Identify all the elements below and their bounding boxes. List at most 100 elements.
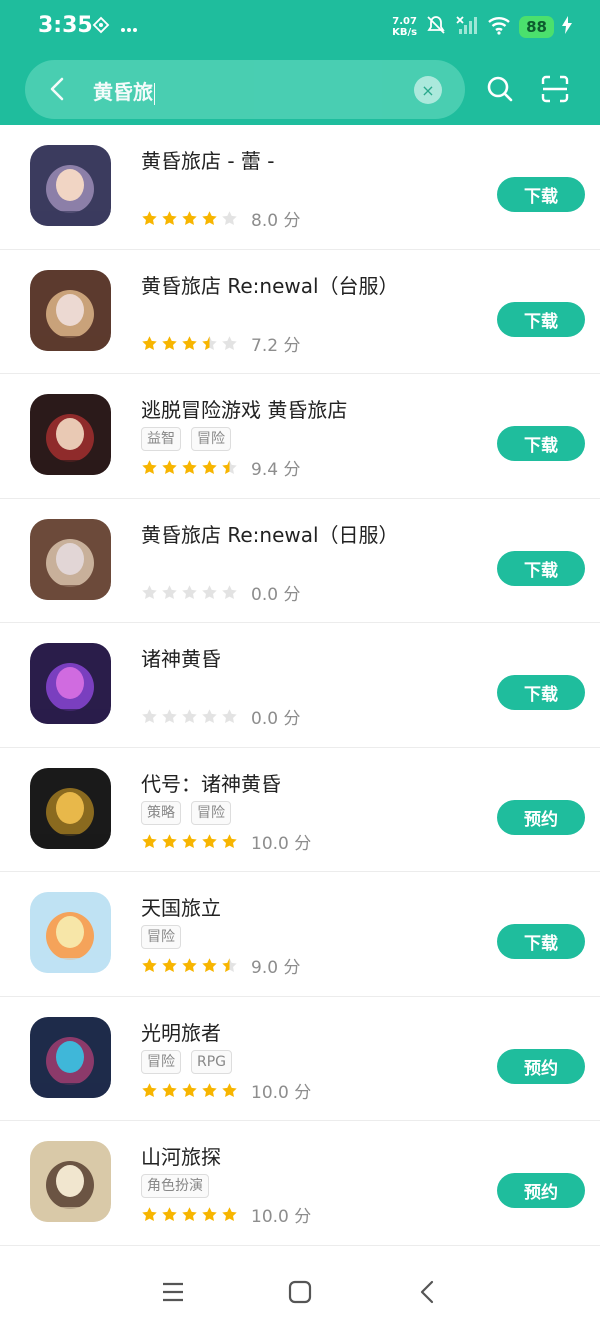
menu-icon[interactable] [160, 1279, 186, 1305]
back-nav-icon[interactable] [415, 1279, 441, 1305]
app-icon[interactable] [30, 394, 111, 475]
app-title[interactable]: 诸神黄昏 [141, 643, 221, 672]
stars [141, 957, 238, 974]
reserve-button[interactable]: 预约 [497, 1173, 585, 1208]
search-query: 黄昏旅 [93, 80, 153, 104]
charging-icon [562, 16, 572, 38]
download-button[interactable]: 下载 [497, 924, 585, 959]
result-item[interactable]: 黄昏旅店 Re:newal（日服） 0.0 分 下载 [0, 499, 600, 623]
rating-star-icon [182, 1207, 197, 1222]
result-item[interactable]: 逃脱冒险游戏 黄昏旅店 益智 冒险 9.4 分 下载 [0, 374, 600, 499]
net-speed-value: 7.07 [392, 16, 417, 27]
rating-star-icon [222, 1207, 237, 1222]
rating-star-icon [142, 460, 157, 475]
app-title[interactable]: 逃脱冒险游戏 黄昏旅店 [141, 394, 347, 423]
rating-star-icon [162, 1207, 177, 1222]
rating-star-icon [222, 335, 237, 350]
rating-star-icon [222, 958, 237, 973]
result-item[interactable]: 黄昏旅店 Re:newal（台服） 7.2 分 下载 [0, 250, 600, 374]
rating-star-icon [202, 211, 217, 226]
rating-score: 10.0 分 [251, 833, 312, 854]
status-time: 3:35 [38, 13, 93, 38]
result-item[interactable]: 代号：诸神黄昏 策略 冒险 10.0 分 预约 [0, 748, 600, 872]
download-button[interactable]: 下载 [497, 177, 585, 212]
app-title[interactable]: 山河旅探 [141, 1141, 221, 1170]
rating: 10.0 分 [141, 1078, 311, 1103]
download-button[interactable]: 下载 [497, 426, 585, 461]
app-notification-icon [92, 16, 110, 38]
app-title[interactable]: 黄昏旅店 Re:newal（台服） [141, 270, 399, 299]
scan-icon[interactable] [540, 74, 570, 104]
rating-star-icon [202, 833, 217, 848]
app-icon[interactable] [30, 1141, 111, 1222]
stars [141, 708, 238, 725]
app-icon[interactable] [30, 767, 111, 849]
app-icon[interactable] [30, 892, 111, 973]
rating: 0.0 分 [141, 580, 300, 605]
result-list: 黄昏旅店 - 蕾 - 8.0 分 下载 黄昏旅店 Re:newal（台服） 7.… [0, 125, 600, 1246]
rating-star-icon [142, 211, 157, 226]
rating-star-icon [182, 958, 197, 973]
rating-star-icon [182, 833, 197, 848]
tag-list: 角色扮演 [141, 1174, 209, 1198]
rating-score: 10.0 分 [251, 1207, 312, 1227]
rating-star-icon [202, 1082, 217, 1097]
app-title[interactable]: 天国旅立 [141, 892, 221, 921]
battery-indicator: 88 [519, 16, 554, 38]
search-box[interactable]: 黄昏旅 × [25, 60, 465, 119]
rating-star-icon [182, 211, 197, 226]
app-icon[interactable] [30, 269, 111, 351]
genre-tag: 冒险 [141, 1049, 181, 1074]
stars [141, 1082, 238, 1099]
app-icon[interactable] [30, 1016, 111, 1098]
result-item[interactable]: 天国旅立 冒险 9.0 分 下载 [0, 872, 600, 997]
search-input[interactable]: 黄昏旅 [93, 76, 155, 105]
download-button[interactable]: 下载 [497, 675, 585, 710]
rating-score: 0.0 分 [251, 709, 301, 729]
reserve-button[interactable]: 预约 [497, 799, 585, 835]
rating: 7.2 分 [141, 331, 300, 356]
reserve-button[interactable]: 预约 [497, 1048, 585, 1084]
rating-star-icon [222, 709, 237, 724]
rating-star-icon [222, 1082, 237, 1097]
rating-score: 0.0 分 [251, 584, 301, 605]
rating-star-icon [182, 584, 197, 599]
rating-star-icon [202, 958, 217, 973]
clear-icon[interactable]: × [414, 76, 442, 104]
rating-star-icon [162, 460, 177, 475]
rating-star-icon [142, 1207, 157, 1222]
cellular-signal-icon [455, 15, 479, 39]
rating-star-icon [162, 958, 177, 973]
result-item[interactable]: 诸神黄昏 0.0 分 下载 [0, 623, 600, 748]
rating-star-icon [162, 709, 177, 724]
app-icon[interactable] [30, 145, 111, 226]
status-left-icons [92, 16, 138, 38]
rating-star-icon [162, 335, 177, 350]
result-item[interactable]: 光明旅者 冒险 RPG 10.0 分 预约 [0, 997, 600, 1121]
download-button[interactable]: 下载 [497, 550, 585, 586]
rating-star-icon [142, 958, 157, 973]
tag-list: 冒险 RPG [141, 1049, 233, 1074]
stars [141, 584, 238, 601]
home-icon[interactable] [287, 1279, 313, 1305]
search-row: 黄昏旅 × [25, 60, 575, 120]
rating-score: 8.0 分 [251, 211, 301, 231]
app-title[interactable]: 黄昏旅店 Re:newal（日服） [141, 519, 399, 548]
app-icon[interactable] [30, 643, 111, 724]
back-icon[interactable] [43, 74, 73, 104]
app-icon[interactable] [30, 518, 111, 600]
app-title[interactable]: 黄昏旅店 - 蕾 - [141, 145, 275, 174]
rating: 8.0 分 [141, 206, 300, 231]
result-item[interactable]: 山河旅探 角色扮演 10.0 分 预约 [0, 1121, 600, 1246]
stars [141, 210, 238, 227]
app-title[interactable]: 代号：诸神黄昏 [141, 768, 281, 797]
rating: 0.0 分 [141, 704, 300, 729]
rating-star-icon [222, 460, 237, 475]
stars [141, 459, 238, 476]
result-item[interactable]: 黄昏旅店 - 蕾 - 8.0 分 下载 [0, 125, 600, 250]
search-icon[interactable] [485, 74, 515, 104]
genre-tag: 冒险 [141, 925, 181, 949]
app-title[interactable]: 光明旅者 [141, 1017, 221, 1046]
download-button[interactable]: 下载 [497, 301, 585, 337]
tag-list: 冒险 [141, 925, 181, 949]
